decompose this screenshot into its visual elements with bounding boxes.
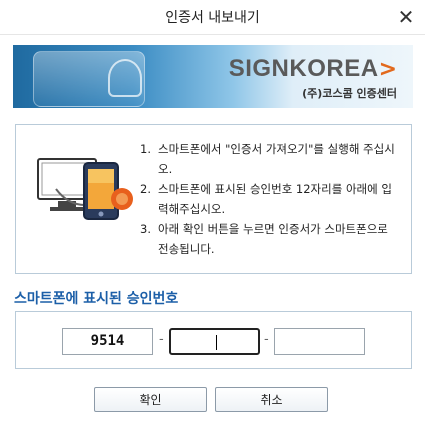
window-title: 인증서 내보내기 — [165, 10, 260, 26]
signkorea-banner: SIGNKOREA> (주)코스콤 인증센터 — [13, 45, 413, 108]
confirm-button[interactable]: 확인 — [94, 387, 207, 412]
brand-name: SIGNKOREA — [228, 55, 379, 82]
brand-logo: SIGNKOREA> (주)코스콤 인증센터 — [229, 55, 397, 101]
title-bar: 인증서 내보내기 ✕ — [0, 0, 425, 35]
instruction-panel: 1. 스마트폰에서 "인증서 가져오기"를 실행해 주십시오. 2. 스마트폰에 표… — [15, 124, 412, 274]
separator: - — [264, 332, 269, 347]
approval-section-title: 스마트폰에 표시된 승인번호 — [14, 291, 179, 307]
instruction-steps: 1. 스마트폰에서 "인증서 가져오기"를 실행해 주십시오. 2. 스마트폰에 표… — [140, 139, 400, 259]
brand-arrow-icon: > — [378, 57, 397, 82]
list-item: 3. 아래 확인 버튼을 누르면 인증서가 스마트폰으로 전송됩니다. — [140, 222, 388, 256]
separator: - — [159, 332, 164, 347]
approval-code-field-1[interactable]: 9514 — [62, 328, 153, 355]
approval-code-field-3[interactable] — [274, 328, 365, 355]
approval-code-panel: 9514 - - — [15, 311, 412, 369]
brand-subtitle: (주)코스콤 인증센터 — [302, 87, 397, 100]
text-caret — [216, 335, 217, 350]
list-item: 1. 스마트폰에서 "인증서 가져오기"를 실행해 주십시오. — [140, 142, 395, 176]
lock-icon — [108, 59, 142, 97]
approval-code-field-2[interactable] — [169, 328, 260, 355]
close-icon[interactable]: ✕ — [393, 4, 419, 30]
list-item: 2. 스마트폰에 표시된 승인번호 12자리를 아래에 입력해주십시오. — [140, 182, 392, 216]
cancel-button[interactable]: 취소 — [215, 387, 328, 412]
phone-to-pc-icon — [37, 158, 133, 220]
